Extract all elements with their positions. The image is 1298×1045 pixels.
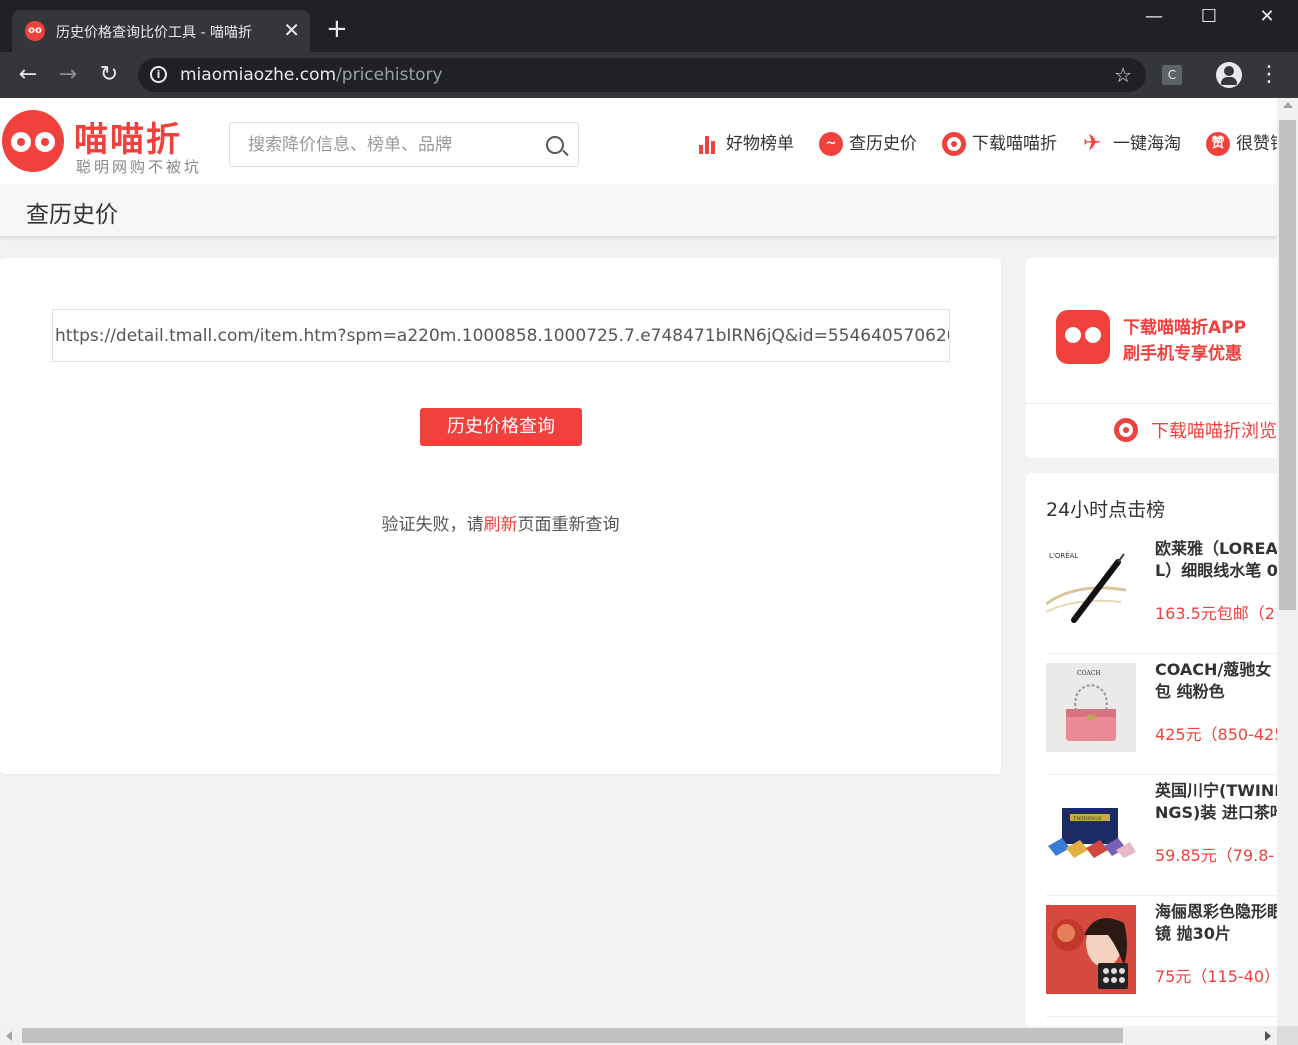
horizontal-scroll-thumb[interactable] bbox=[22, 1028, 1123, 1043]
ranking-item-price: 75元（115-40） bbox=[1155, 967, 1277, 986]
new-tab-button[interactable]: + bbox=[326, 14, 348, 44]
nav-label: 好物榜单 bbox=[726, 134, 794, 154]
vertical-scroll-thumb[interactable] bbox=[1279, 120, 1296, 610]
tab-title: 历史价格查询比价工具 - 喵喵折 bbox=[56, 25, 252, 41]
forward-arrow-icon[interactable]: → bbox=[53, 60, 83, 90]
refresh-link[interactable]: 刷新 bbox=[484, 515, 518, 535]
scroll-left-arrow-icon[interactable] bbox=[6, 1031, 12, 1041]
hot-ranking-card: 24小时点击榜 L'ORÉAL 欧莱雅（LOREAL）细眼线水笔 0.5g 16… bbox=[1026, 473, 1277, 1026]
nav-label: 一键海淘 bbox=[1113, 134, 1181, 154]
url-host: miaomiaozhe.com bbox=[180, 65, 337, 85]
divider bbox=[1026, 403, 1277, 404]
browser-download-link[interactable]: 下载喵喵折浏览器 bbox=[1151, 417, 1277, 443]
url-path: /pricehistory bbox=[336, 65, 443, 85]
page-viewport: 喵喵折 聪明网购不被坑 好物榜单 ~ 查历史价 下载喵喵折 ✈ 一键海淘 赞 很… bbox=[0, 98, 1277, 1026]
browser-titlebar: oo 历史价格查询比价工具 - 喵喵折 ✕ + — ☐ ✕ bbox=[0, 0, 1298, 52]
extension-icon[interactable]: C bbox=[1162, 65, 1182, 85]
app-download-card: 下载喵喵折APP 刷手机专享优惠 下载喵喵折浏览器 bbox=[1026, 258, 1277, 458]
like-icon: 赞 bbox=[1206, 132, 1230, 156]
scroll-up-arrow-icon[interactable] bbox=[1283, 102, 1293, 108]
product-url-input[interactable] bbox=[52, 309, 950, 362]
page-title: 查历史价 bbox=[26, 202, 118, 228]
price-query-panel: 历史价格查询 验证失败，请刷新页面重新查询 bbox=[0, 258, 1001, 774]
tea-box-thumbnail[interactable]: TWININGS bbox=[1046, 784, 1136, 873]
search-icon[interactable] bbox=[546, 136, 564, 154]
thumb-brand: COACH bbox=[1077, 670, 1101, 677]
logo-name[interactable]: 喵喵折 bbox=[74, 112, 182, 161]
verify-error-message: 验证失败，请刷新页面重新查询 bbox=[0, 510, 1001, 535]
ranking-item[interactable]: COACH COACH/蔻驰女包 纯粉色 425元（850-425 bbox=[1046, 654, 1277, 775]
logo-slogan: 聪明网购不被坑 bbox=[76, 158, 203, 176]
ranking-item-price: 59.85元（79.8- bbox=[1155, 846, 1275, 865]
app-download-subtitle[interactable]: 刷手机专享优惠 bbox=[1123, 339, 1242, 364]
minimize-button[interactable]: — bbox=[1134, 4, 1174, 30]
nav-label: 很赞销 bbox=[1236, 134, 1277, 154]
address-bar[interactable]: i miaomiaozhe.com/pricehistory ☆ bbox=[138, 58, 1146, 92]
site-favicon-icon: oo bbox=[25, 21, 45, 41]
scrollbar-corner bbox=[1277, 1026, 1298, 1045]
ranking-item-name[interactable]: 英国川宁(TWININGS)装 进口茶叶袋泡 bbox=[1155, 780, 1277, 826]
nav-label: 查历史价 bbox=[849, 134, 917, 154]
pink-handbag-thumbnail[interactable]: COACH bbox=[1046, 663, 1136, 752]
site-search bbox=[229, 122, 579, 167]
eyeliner-pen-thumbnail[interactable]: L'ORÉAL bbox=[1046, 542, 1136, 631]
ranking-item[interactable]: TWININGS 英国川宁(TWININGS)装 进口茶叶袋泡 59.85元（7… bbox=[1046, 775, 1277, 896]
verify-msg-prefix: 验证失败，请 bbox=[381, 515, 484, 535]
app-download-title[interactable]: 下载喵喵折APP bbox=[1123, 313, 1246, 338]
verify-msg-suffix: 页面重新查询 bbox=[517, 515, 620, 535]
scroll-right-arrow-icon[interactable] bbox=[1265, 1031, 1271, 1041]
ranking-item-name[interactable]: 欧莱雅（LOREAL）细眼线水笔 0.5g bbox=[1155, 538, 1277, 584]
back-arrow-icon[interactable]: ← bbox=[13, 60, 43, 90]
browser-tab[interactable]: oo 历史价格查询比价工具 - 喵喵折 ✕ bbox=[12, 10, 310, 52]
horizontal-scrollbar[interactable] bbox=[0, 1026, 1277, 1045]
close-window-button[interactable]: ✕ bbox=[1247, 4, 1287, 30]
vertical-scrollbar[interactable] bbox=[1277, 98, 1298, 1026]
trend-icon: ~ bbox=[819, 132, 843, 156]
ranking-item-name[interactable]: 海俪恩彩色隐形眼镜 抛30片 bbox=[1155, 901, 1277, 947]
app-logo-icon[interactable] bbox=[1056, 310, 1110, 364]
ranking-item[interactable]: L'ORÉAL 欧莱雅（LOREAL）细眼线水笔 0.5g 163.5元包邮（2 bbox=[1046, 533, 1277, 654]
address-url[interactable]: miaomiaozhe.com/pricehistory bbox=[180, 65, 443, 85]
browser-icon bbox=[942, 132, 966, 156]
page-subheader: 查历史价 bbox=[0, 184, 1277, 237]
plane-icon: ✈ bbox=[1083, 131, 1102, 156]
browser-menu-icon[interactable]: ⋮ bbox=[1258, 60, 1280, 90]
thumb-brand: L'ORÉAL bbox=[1049, 551, 1078, 560]
profile-avatar-icon[interactable] bbox=[1216, 62, 1242, 88]
bookmark-star-icon[interactable]: ☆ bbox=[1114, 62, 1132, 88]
price-query-button[interactable]: 历史价格查询 bbox=[420, 408, 582, 446]
bar-chart-icon bbox=[696, 132, 720, 156]
reload-icon[interactable]: ↻ bbox=[94, 60, 124, 90]
ranking-item-name[interactable]: COACH/蔻驰女包 纯粉色 bbox=[1155, 659, 1277, 705]
site-header: 喵喵折 聪明网购不被坑 好物榜单 ~ 查历史价 下载喵喵折 ✈ 一键海淘 赞 很… bbox=[0, 98, 1277, 184]
site-logo-icon[interactable] bbox=[2, 110, 64, 172]
maximize-button[interactable]: ☐ bbox=[1189, 4, 1229, 30]
nav-label: 下载喵喵折 bbox=[972, 134, 1057, 154]
contact-lens-model-thumbnail[interactable] bbox=[1046, 905, 1136, 994]
tab-close-icon[interactable]: ✕ bbox=[283, 18, 300, 42]
thumb-brand: TWININGS bbox=[1073, 816, 1102, 822]
ranking-item-price: 163.5元包邮（2 bbox=[1155, 604, 1275, 623]
ranking-item[interactable]: 海俪恩彩色隐形眼镜 抛30片 75元（115-40） bbox=[1046, 896, 1277, 1017]
site-search-input[interactable] bbox=[230, 123, 530, 166]
ranking-item-price: 425元（850-425 bbox=[1155, 725, 1277, 744]
browser-icon bbox=[1114, 418, 1138, 442]
site-info-icon[interactable]: i bbox=[150, 66, 167, 83]
ranking-title: 24小时点击榜 bbox=[1046, 499, 1166, 521]
browser-toolbar: ← → ↻ i miaomiaozhe.com/pricehistory ☆ C… bbox=[0, 52, 1298, 98]
